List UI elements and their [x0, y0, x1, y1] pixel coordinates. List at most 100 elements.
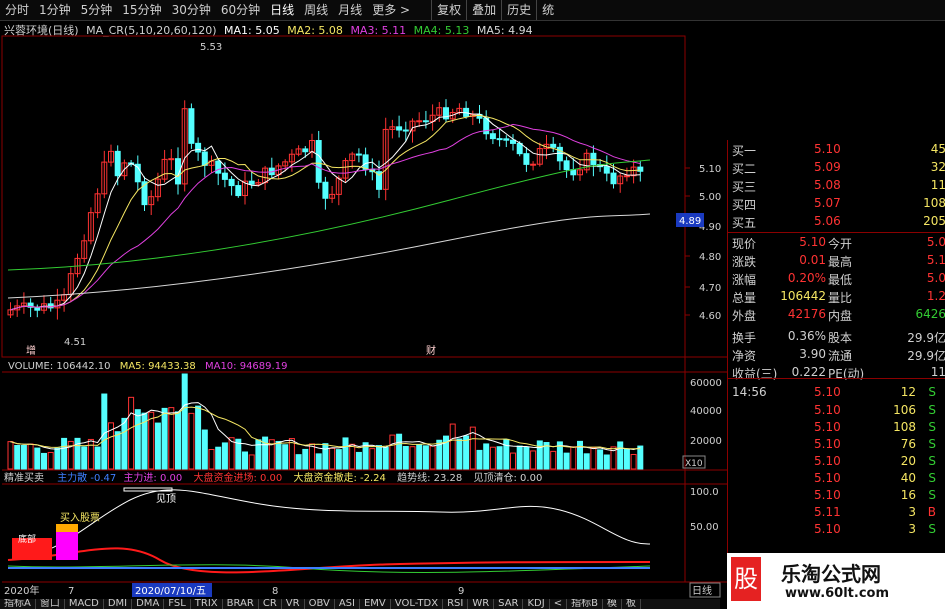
- volume-tick-label: 40000: [690, 406, 722, 417]
- tick-row: 5.10 40 S: [728, 470, 945, 488]
- volume-bar: [623, 448, 630, 470]
- candle-body: [496, 138, 503, 141]
- price-tick-label: 4.80: [699, 252, 721, 263]
- indicator-tab[interactable]: <: [550, 599, 568, 609]
- tick-side: S: [928, 522, 936, 536]
- indicator-tab[interactable]: VOL-TDX: [391, 599, 444, 609]
- tick-volume: 40: [900, 471, 916, 485]
- indicator-i1-val: -0.47: [90, 473, 116, 484]
- tick-price: 5.10: [814, 488, 841, 502]
- indicator-tab[interactable]: VR: [282, 599, 305, 609]
- tick-side: S: [928, 420, 936, 434]
- low-price-label: 4.51: [64, 337, 86, 348]
- indicator-tab[interactable]: 模: [603, 599, 622, 609]
- stat-value: 5.0: [926, 235, 945, 249]
- volume-bar: [590, 447, 597, 470]
- current-price-tag: 4.89: [679, 216, 701, 227]
- volume-bar: [154, 422, 161, 470]
- chart-canvas[interactable]: 5.105.004.904.804.704.60 5.53 4.51 4.89 …: [0, 0, 727, 599]
- candle-body: [530, 163, 537, 166]
- volume-bar: [483, 443, 490, 470]
- volume-bar: [382, 446, 389, 470]
- candle-body: [355, 153, 362, 156]
- indicator-tab[interactable]: CR: [259, 599, 282, 609]
- indicator-tab[interactable]: 指标A: [0, 599, 36, 609]
- volume-bar: [168, 407, 175, 470]
- indicator-tab[interactable]: EMV: [360, 599, 391, 609]
- candle-body: [248, 180, 255, 185]
- candle-body: [603, 166, 610, 174]
- volume-bar: [577, 440, 583, 470]
- volume-bar: [54, 447, 61, 470]
- indicator-tab[interactable]: ASI: [335, 599, 360, 609]
- tick-side: S: [928, 403, 936, 417]
- price-tick-label: 5.00: [699, 192, 721, 203]
- tick-row: 5.10 76 S: [728, 436, 945, 454]
- order-level-price: 5.10: [814, 142, 841, 156]
- volume-bar: [20, 445, 27, 470]
- indicator-tab[interactable]: OBV: [305, 599, 335, 609]
- stat-label: 今开: [828, 237, 853, 251]
- order-level-price: 5.08: [814, 178, 841, 192]
- volume-bar: [396, 433, 403, 470]
- top-signal-bar: [123, 487, 173, 492]
- order-book-row[interactable]: 买二 5.09 32: [728, 158, 945, 177]
- stat-value: 42176: [787, 307, 826, 321]
- indicator-tab[interactable]: 窗口: [36, 599, 65, 609]
- candle-body: [590, 152, 597, 166]
- stat-label: 现价: [732, 237, 757, 251]
- indicator-tab[interactable]: BRAR: [223, 599, 259, 609]
- indicator-tab[interactable]: SAR: [494, 599, 524, 609]
- tick-price: 5.10: [814, 454, 841, 468]
- volume-bar: [74, 437, 81, 470]
- indicator-tab[interactable]: WR: [468, 599, 495, 609]
- stat-label: 量比: [828, 291, 853, 305]
- volume-bar: [161, 407, 168, 470]
- stat-value: 29.9亿: [907, 349, 945, 363]
- stat-value: 29.9亿: [907, 331, 945, 345]
- tick-volume: 108: [893, 420, 916, 434]
- indicator-tabs: 指标A 窗口 MACD DMI DMA FSL TRIX BRAR CR VR OBV ASI EMV V…: [0, 599, 720, 609]
- volume-bar: [550, 450, 557, 470]
- indicator-tab[interactable]: DMI: [104, 599, 133, 609]
- tick-volume: 3: [908, 522, 916, 536]
- stats-row: 外盘 42176 内盘 6426: [728, 306, 945, 324]
- tick-time: 14:56: [732, 385, 767, 399]
- candle-body: [396, 126, 403, 131]
- indicator-i4-val: -2.24: [360, 473, 386, 484]
- candle-body: [483, 117, 490, 135]
- volume-bar: [101, 393, 108, 470]
- order-book-row[interactable]: 买四 5.07 108: [728, 194, 945, 213]
- candle-body: [422, 120, 429, 123]
- stat-value: 5.10: [799, 235, 826, 249]
- indicator-tab[interactable]: DMA: [132, 599, 165, 609]
- order-book-row[interactable]: 买五 5.06 205: [728, 212, 945, 231]
- volume-bar: [355, 451, 362, 470]
- volume-bar: [422, 445, 429, 470]
- candle-body: [362, 154, 369, 170]
- price-tick-label: 4.60: [699, 311, 721, 322]
- tick-volume: 20: [900, 454, 916, 468]
- indicator-tick-label: 100.0: [690, 487, 719, 498]
- order-book-row[interactable]: 买一 5.10 45: [728, 140, 945, 159]
- volume-tick-label: 60000: [690, 378, 722, 389]
- indicator-tab[interactable]: KDJ: [523, 599, 550, 609]
- indicator-tab[interactable]: FSL: [164, 599, 191, 609]
- order-level-volume: 11: [930, 178, 945, 192]
- tick-row: 5.10 20 S: [728, 453, 945, 471]
- stat-value: 106442: [780, 289, 826, 303]
- indicator-tab[interactable]: MACD: [65, 599, 104, 609]
- volume-ma10: MA10: 94689.19: [205, 361, 287, 372]
- indicator-tab[interactable]: RSI: [443, 599, 469, 609]
- volume-bar: [148, 411, 155, 470]
- watermark-logo: 股 乐淘公式网 www.60lt.com: [727, 553, 945, 609]
- indicator-tab[interactable]: 指标B: [567, 599, 603, 609]
- order-book-row[interactable]: 买三 5.08 11: [728, 176, 945, 195]
- volume-bar: [275, 440, 282, 470]
- indicator-tab[interactable]: TRIX: [191, 599, 223, 609]
- day-button[interactable]: 日线: [692, 584, 712, 597]
- indicator-lines: [7, 489, 651, 574]
- volume-bar: [496, 446, 503, 470]
- indicator-tab[interactable]: 板: [622, 599, 641, 609]
- high-price-label: 5.53: [200, 42, 222, 53]
